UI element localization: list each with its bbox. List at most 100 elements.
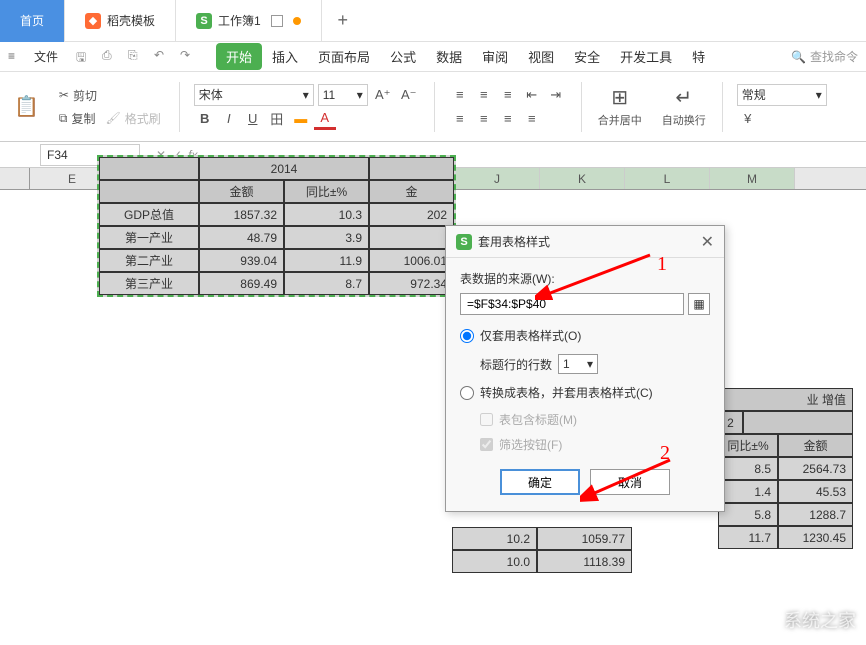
font-size-select[interactable]: 11 ▾ bbox=[318, 84, 368, 106]
table-col-header[interactable]: 金 bbox=[369, 180, 454, 203]
ribbon-tab-insert[interactable]: 插入 bbox=[262, 43, 308, 70]
decrease-font-button[interactable]: A⁻ bbox=[398, 84, 420, 106]
align-right-button[interactable]: ≡ bbox=[497, 108, 519, 130]
col-header[interactable]: L bbox=[625, 168, 710, 189]
fill-color-button[interactable]: ▬ bbox=[290, 108, 312, 130]
align-top-button[interactable]: ≡ bbox=[449, 84, 471, 106]
table-col-header[interactable]: 同比±% bbox=[718, 434, 778, 457]
table-cell[interactable]: 3.9 bbox=[284, 226, 369, 249]
table-row-label[interactable]: 第三产业 bbox=[99, 272, 199, 295]
table-cell[interactable]: 939.04 bbox=[199, 249, 284, 272]
italic-button[interactable]: I bbox=[218, 108, 240, 130]
maximize-icon[interactable] bbox=[271, 15, 283, 27]
table-cell[interactable]: 10.3 bbox=[284, 203, 369, 226]
radio-convert[interactable] bbox=[460, 386, 474, 400]
table-cell[interactable]: 8.7 bbox=[284, 272, 369, 295]
select-all-corner[interactable] bbox=[0, 168, 30, 189]
file-menu[interactable]: 文件 bbox=[26, 48, 66, 65]
table-header[interactable]: 业 增值 bbox=[718, 388, 853, 411]
table-cell[interactable]: 48.79 bbox=[199, 226, 284, 249]
undo-icon[interactable]: ↶ bbox=[154, 48, 172, 66]
add-tab-button[interactable]: + bbox=[322, 10, 364, 31]
table-cell[interactable]: 10.0 bbox=[452, 550, 537, 573]
underline-button[interactable]: U bbox=[242, 108, 264, 130]
tab-template[interactable]: ◆ 稻壳模板 bbox=[65, 0, 176, 42]
border-button[interactable]: 田 bbox=[266, 108, 288, 130]
table-row-label[interactable]: 第二产业 bbox=[99, 249, 199, 272]
table-cell[interactable]: 11.9 bbox=[284, 249, 369, 272]
copy-button[interactable]: ⧉ 复制 bbox=[55, 108, 100, 129]
option-style-only[interactable]: 仅套用表格样式(O) bbox=[460, 327, 710, 344]
format-painter-button[interactable]: 🖌 格式刷 bbox=[102, 108, 165, 129]
table-year-header[interactable]: 2014 bbox=[199, 157, 369, 180]
header-rows-spinner[interactable]: 1 ▾ bbox=[558, 354, 598, 374]
table-cell[interactable] bbox=[99, 180, 199, 203]
table-cell[interactable]: 45.53 bbox=[778, 480, 853, 503]
ribbon-tab-formula[interactable]: 公式 bbox=[380, 43, 426, 70]
table-cell[interactable]: 1006.01 bbox=[369, 249, 454, 272]
font-select[interactable]: 宋体 ▾ bbox=[194, 84, 314, 106]
print-icon[interactable]: ⎙ bbox=[102, 48, 120, 66]
radio-style-only[interactable] bbox=[460, 329, 474, 343]
align-middle-button[interactable]: ≡ bbox=[473, 84, 495, 106]
merge-center-button[interactable]: ⊞ 合并居中 bbox=[590, 83, 650, 130]
increase-font-button[interactable]: A⁺ bbox=[372, 84, 394, 106]
save-icon[interactable]: 🖫 bbox=[76, 48, 94, 66]
range-select-button[interactable]: ▦ bbox=[688, 293, 710, 315]
cancel-button[interactable]: 取消 bbox=[590, 469, 670, 495]
redo-icon[interactable]: ↷ bbox=[180, 48, 198, 66]
ribbon-tab-data[interactable]: 数据 bbox=[426, 43, 472, 70]
ribbon-tab-start[interactable]: 开始 bbox=[216, 43, 262, 70]
table-cell[interactable]: 2564.73 bbox=[778, 457, 853, 480]
table-cell[interactable]: 1059.77 bbox=[537, 527, 632, 550]
table-cell[interactable]: 1118.39 bbox=[537, 550, 632, 573]
table-cell[interactable] bbox=[369, 226, 454, 249]
option-convert[interactable]: 转换成表格，并套用表格样式(C) bbox=[460, 384, 710, 401]
table-cell[interactable] bbox=[743, 411, 853, 434]
table-cell[interactable]: 202 bbox=[369, 203, 454, 226]
wrap-text-button[interactable]: ↵ 自动换行 bbox=[654, 83, 714, 130]
table-row-label[interactable]: 第一产业 bbox=[99, 226, 199, 249]
col-header[interactable]: M bbox=[710, 168, 795, 189]
ribbon-tab-view[interactable]: 视图 bbox=[518, 43, 564, 70]
tab-home[interactable]: 首页 bbox=[0, 0, 65, 42]
table-cell[interactable]: 1.4 bbox=[718, 480, 778, 503]
menu-icon[interactable]: ≡ bbox=[8, 49, 24, 65]
col-header[interactable]: J bbox=[455, 168, 540, 189]
dialog-titlebar[interactable]: S 套用表格样式 ✕ bbox=[446, 226, 724, 258]
ribbon-tab-review[interactable]: 审阅 bbox=[472, 43, 518, 70]
table-col-header[interactable]: 金额 bbox=[778, 434, 853, 457]
indent-decrease-button[interactable]: ⇤ bbox=[521, 84, 543, 106]
tab-workbook[interactable]: S 工作簿1 bbox=[176, 0, 322, 42]
table-cell[interactable]: 1857.32 bbox=[199, 203, 284, 226]
align-bottom-button[interactable]: ≡ bbox=[497, 84, 519, 106]
table-cell[interactable]: 11.7 bbox=[718, 526, 778, 549]
table-cell[interactable]: 10.2 bbox=[452, 527, 537, 550]
table-row-label[interactable]: GDP总值 bbox=[99, 203, 199, 226]
table-cell[interactable]: 972.34 bbox=[369, 272, 454, 295]
search-box[interactable]: 🔍 查找命令 bbox=[791, 48, 858, 65]
table-cell[interactable]: 869.49 bbox=[199, 272, 284, 295]
table-cell[interactable] bbox=[369, 157, 454, 180]
ribbon-tab-layout[interactable]: 页面布局 bbox=[308, 43, 380, 70]
close-icon[interactable]: ✕ bbox=[701, 232, 714, 252]
number-format-select[interactable]: 常规 ▾ bbox=[737, 84, 827, 106]
table-cell[interactable]: 8.5 bbox=[718, 457, 778, 480]
preview-icon[interactable]: ⎘ bbox=[128, 48, 146, 66]
align-left-button[interactable]: ≡ bbox=[449, 108, 471, 130]
table-cell[interactable]: 1230.45 bbox=[778, 526, 853, 549]
currency-button[interactable]: ¥ bbox=[737, 108, 759, 130]
ribbon-tab-extra[interactable]: 特 bbox=[682, 43, 715, 70]
col-header[interactable]: K bbox=[540, 168, 625, 189]
indent-increase-button[interactable]: ⇥ bbox=[545, 84, 567, 106]
font-color-button[interactable]: A bbox=[314, 108, 336, 130]
ribbon-tab-security[interactable]: 安全 bbox=[564, 43, 610, 70]
paste-icon[interactable]: 📋 bbox=[14, 94, 39, 119]
table-cell[interactable]: 1288.7 bbox=[778, 503, 853, 526]
ok-button[interactable]: 确定 bbox=[500, 469, 580, 495]
ribbon-tab-dev[interactable]: 开发工具 bbox=[610, 43, 682, 70]
align-center-button[interactable]: ≡ bbox=[473, 108, 495, 130]
table-cell[interactable] bbox=[99, 157, 199, 180]
table-col-header[interactable]: 同比±% bbox=[284, 180, 369, 203]
cut-button[interactable]: ✂ 剪切 bbox=[55, 85, 165, 106]
